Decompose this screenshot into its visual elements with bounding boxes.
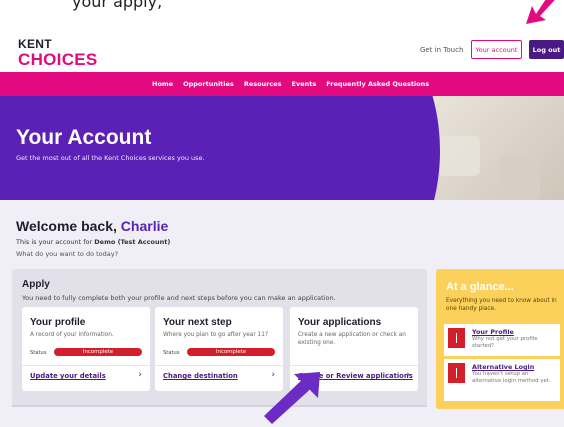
card-title: Your applications [298, 317, 382, 328]
status-label: Status [30, 350, 47, 356]
card-divider [290, 365, 418, 366]
status-badge: Incomplete [54, 348, 142, 356]
status-badge: Incomplete [187, 348, 275, 356]
nav-faq[interactable]: Frequently Asked Questions [326, 80, 429, 88]
get-in-touch-link[interactable]: Get in Touch [420, 46, 463, 54]
card-description: A record of your information. [30, 332, 114, 338]
hero-photo-detail-2 [500, 156, 540, 200]
glance-text: You haven't setup an alternative login m… [472, 371, 551, 385]
user-name: Charlie [120, 218, 169, 234]
glance-title: At a glance... [446, 281, 514, 293]
account-prefix: This is your account for [16, 238, 95, 246]
glance-link[interactable]: Alternative Login [472, 363, 534, 371]
section-divider [12, 405, 427, 407]
welcome-heading: Welcome back, Charlie [16, 218, 168, 234]
card-description: Create a new application or check an exi… [298, 332, 406, 346]
kent-choices-logo[interactable]: KENT CHOICES [18, 38, 98, 68]
card-description: Where you plan to go after year 11? [163, 332, 269, 338]
red-flag-icon [448, 363, 465, 383]
welcome-prefix: Welcome back, [16, 218, 121, 234]
account-name: Demo (Test Account) [94, 238, 171, 246]
clipped-text: your apply, [72, 0, 163, 11]
main-navigation: Home Opportunities Resources Events Freq… [0, 72, 564, 96]
pointer-arrow-icon-top [526, 0, 555, 24]
nav-events[interactable]: Events [292, 80, 317, 88]
glance-text: Why not get your profile started? [472, 336, 538, 350]
profile-card: Your profile A record of your informatio… [22, 307, 150, 391]
update-details-link[interactable]: Update your details [30, 372, 106, 380]
nav-resources[interactable]: Resources [244, 80, 282, 88]
glance-item-profile[interactable]: Your Profile Why not get your profile st… [444, 324, 560, 356]
top-clipped-caption: your apply, [0, 0, 564, 20]
pointer-arrow-icon-bottom [264, 372, 320, 424]
apply-title: Apply [22, 279, 50, 290]
page-subtitle: Get the most out of all the Kent Choices… [16, 154, 205, 162]
glance-description: Everything you need to know about in one… [446, 298, 557, 312]
welcome-question: What do you want to do today? [16, 250, 119, 258]
chevron-right-icon[interactable]: › [406, 370, 410, 380]
glance-link[interactable]: Your Profile [472, 328, 514, 336]
hero-curve [240, 96, 440, 200]
status-label: Status [163, 350, 180, 356]
page-title: Your Account [16, 126, 152, 149]
card-title: Your profile [30, 317, 86, 328]
card-divider [22, 365, 150, 366]
change-destination-link[interactable]: Change destination [163, 372, 238, 380]
account-line: This is your account for Demo (Test Acco… [16, 238, 170, 246]
log-out-button[interactable]: Log out [529, 40, 564, 59]
logo-line-1: KENT [18, 37, 52, 51]
red-flag-icon [448, 328, 465, 348]
hero-banner: Your Account Get the most out of all the… [0, 96, 564, 200]
site-header: KENT CHOICES Get in Touch Your account L… [0, 20, 564, 72]
card-divider [155, 365, 283, 366]
nav-opportunities[interactable]: Opportunities [183, 80, 234, 88]
apply-description: You need to fully complete both your pro… [22, 294, 336, 302]
chevron-right-icon[interactable]: › [138, 370, 142, 380]
nav-home[interactable]: Home [152, 80, 173, 88]
at-a-glance-panel: At a glance... Everything you need to kn… [436, 269, 564, 409]
logo-line-2: CHOICES [18, 50, 98, 69]
card-title: Your next step [163, 317, 232, 328]
your-account-button[interactable]: Your account [471, 40, 522, 59]
glance-item-alt-login[interactable]: Alternative Login You haven't setup an a… [444, 359, 560, 401]
